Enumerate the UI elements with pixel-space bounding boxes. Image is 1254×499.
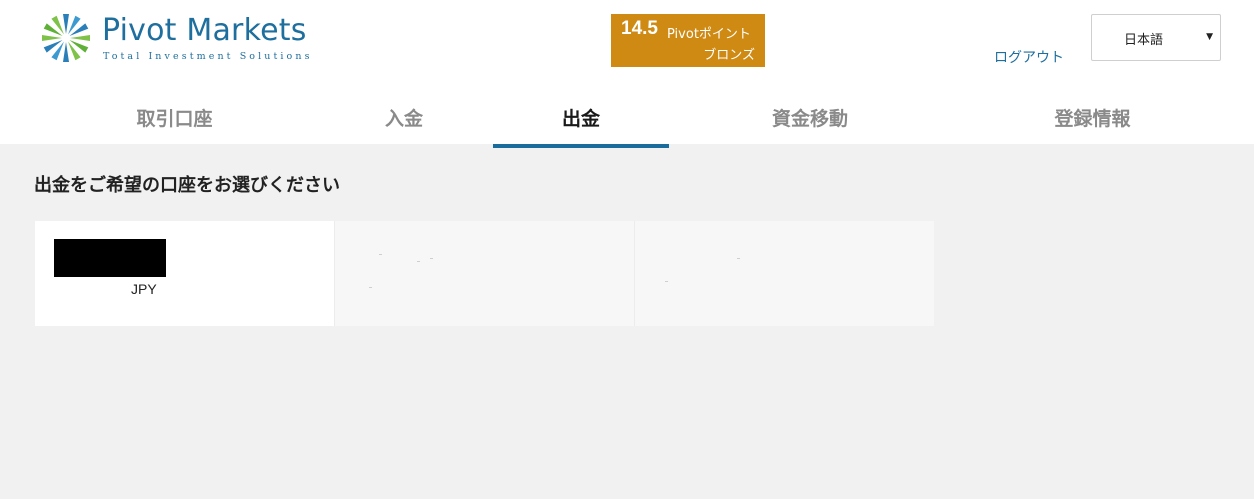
tab-deposit[interactable]: 入金 [306,96,502,148]
faint-mark [737,258,740,259]
tab-withdrawal[interactable]: 出金 [493,96,669,148]
tab-fund-transfer[interactable]: 資金移動 [705,96,915,148]
faint-mark [417,261,420,262]
account-id-redacted [54,239,166,277]
points-unit: Pivotポイント [667,27,751,42]
header: Pivot Markets Total Investment Solutions… [0,0,1254,148]
points-value: 14.5 [621,18,658,39]
points-rank: ブロンズ [703,48,755,63]
faint-mark [665,281,668,282]
account-card-placeholder [634,221,934,326]
logo-mark-icon [42,14,90,62]
tab-trading-accounts[interactable]: 取引口座 [72,96,277,148]
page-title: 出金をご希望の口座をお選びください [34,175,340,196]
account-card[interactable]: JPY [35,221,334,326]
faint-mark [379,254,382,255]
account-currency: JPY [131,281,157,297]
language-select[interactable]: 日本語 ▼ [1091,14,1221,61]
account-list: JPY [35,221,934,326]
language-selected-value: 日本語 [1124,33,1164,48]
faint-mark [430,258,433,259]
brand-name: Pivot Markets [102,13,307,48]
chevron-down-icon: ▼ [1206,32,1213,42]
points-badge[interactable]: 14.5 Pivotポイント ブロンズ [611,14,765,67]
main-tabs: 取引口座 入金 出金 資金移動 登録情報 [0,96,1254,148]
tab-registration-info[interactable]: 登録情報 [985,96,1200,148]
brand-tagline: Total Investment Solutions [103,51,313,62]
faint-mark [369,287,372,288]
logout-link[interactable]: ログアウト [994,47,1064,67]
account-card-placeholder [334,221,634,326]
brand-logo[interactable]: Pivot Markets Total Investment Solutions [38,10,328,66]
